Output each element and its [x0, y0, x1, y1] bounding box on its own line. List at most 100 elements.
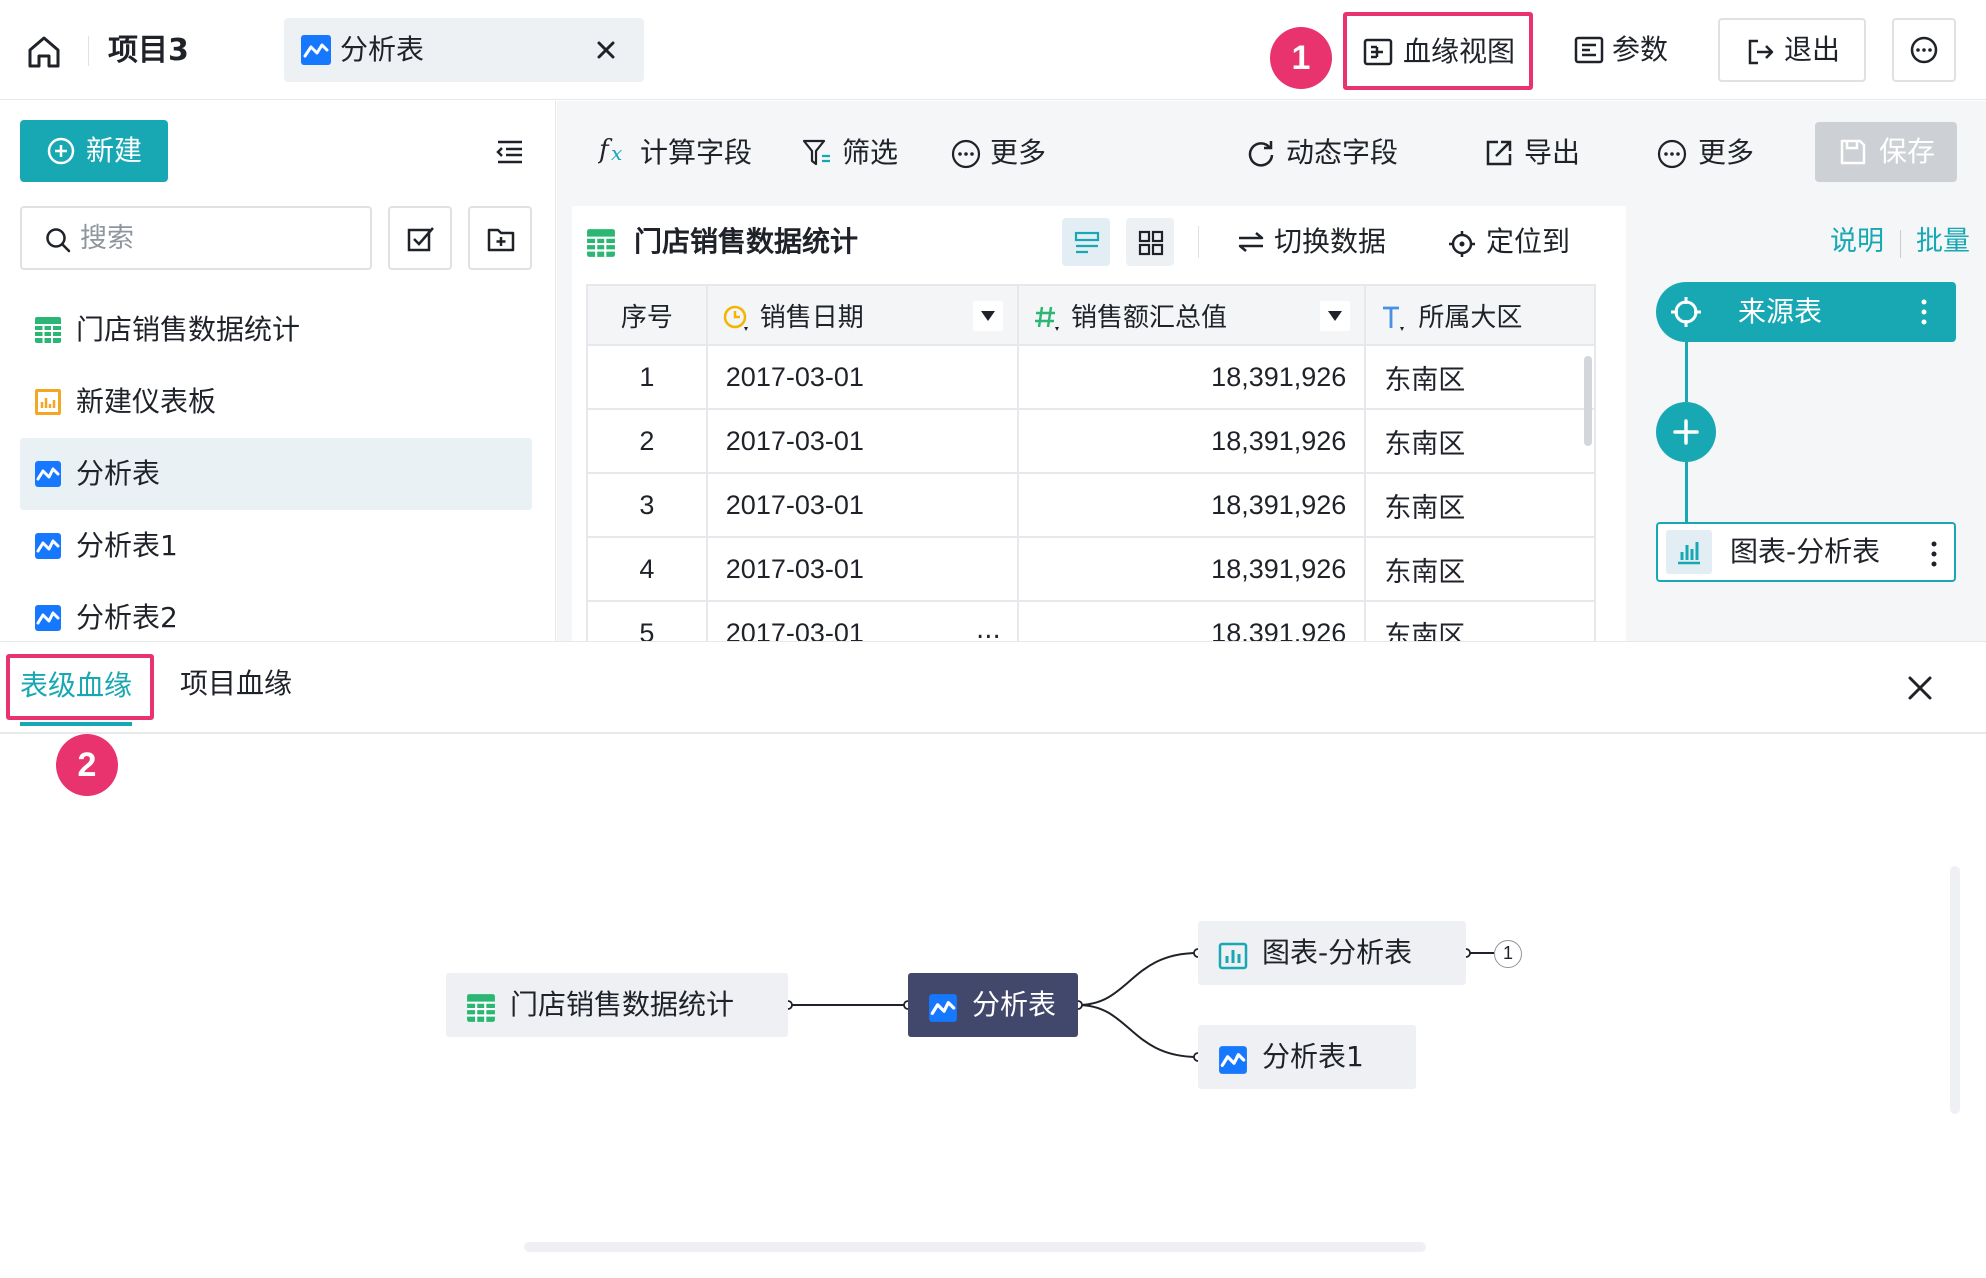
- document-tab[interactable]: 分析表: [284, 18, 644, 82]
- table-cell: 18,391,926: [1017, 536, 1367, 602]
- grid-layout-button[interactable]: [1126, 218, 1174, 266]
- vertical-more-icon[interactable]: [1930, 538, 1938, 570]
- lineage-node-label: 图表-分析表: [1262, 936, 1413, 969]
- lineage-node-label: 分析表1: [1262, 1040, 1364, 1073]
- table-cell: 18,391,926: [1017, 344, 1367, 410]
- table-cell: 2017-03-01: [705, 536, 1020, 602]
- new-folder-icon: [486, 224, 516, 254]
- lineage-node-label: 分析表: [972, 988, 1057, 1021]
- save-label: 保存: [1879, 135, 1936, 168]
- calc-field-label: 计算字段: [640, 136, 753, 169]
- text-field-icon: [1380, 303, 1410, 333]
- lineage-node-chart[interactable]: 图表-分析表: [1198, 921, 1466, 985]
- lineage-node-label: 门店销售数据统计: [510, 988, 735, 1021]
- chevron-down-icon[interactable]: [1320, 301, 1351, 331]
- exit-button[interactable]: 退出: [1718, 18, 1866, 82]
- lineage-panel: [0, 641, 1986, 1278]
- explain-link[interactable]: 说明: [1830, 222, 1884, 262]
- dataset-table-icon: [466, 993, 496, 1023]
- batch-link[interactable]: 批量: [1916, 222, 1970, 262]
- table-row[interactable]: 4 2017-03-01 18,391,926 东南区: [586, 536, 1596, 602]
- column-header-index[interactable]: 序号: [586, 284, 708, 346]
- table-cell: 东南区: [1364, 344, 1596, 410]
- sidebar-item-analysis2[interactable]: 分析表2: [20, 582, 532, 640]
- project-name[interactable]: 项目3: [108, 28, 189, 74]
- close-icon[interactable]: [1900, 668, 1940, 708]
- new-button[interactable]: 新建: [20, 120, 168, 182]
- column-header-sales[interactable]: 销售额汇总值: [1017, 284, 1367, 346]
- new-folder-button[interactable]: [468, 206, 532, 270]
- toolbar-divider: [1198, 226, 1199, 258]
- params-icon: [1574, 36, 1604, 64]
- chart-analysis-node[interactable]: 图表-分析表: [1656, 522, 1956, 582]
- sidebar-item-analysis[interactable]: 分析表: [20, 438, 532, 510]
- table-cell: 2017-03-01: [705, 344, 1020, 410]
- lineage-node-source[interactable]: 门店销售数据统计: [446, 973, 788, 1037]
- table-cell: 3: [586, 472, 708, 538]
- more-options-button[interactable]: [1892, 18, 1956, 82]
- downstream-count-badge[interactable]: 1: [1494, 940, 1522, 968]
- table-cell: 2: [586, 408, 708, 474]
- analysis-table-icon: [34, 604, 62, 632]
- resize-handle[interactable]: ...: [976, 617, 1001, 643]
- save-button[interactable]: 保存: [1815, 122, 1957, 182]
- table-scrollbar[interactable]: [1584, 356, 1592, 446]
- sidebar-item-dashboard[interactable]: 新建仪表板: [20, 366, 532, 438]
- sidebar-item-analysis1[interactable]: 分析表1: [20, 510, 532, 582]
- table-cell: 东南区: [1364, 536, 1596, 602]
- collapse-sidebar-icon[interactable]: [490, 132, 530, 172]
- target-icon: [1670, 296, 1702, 328]
- sidebar-item-label: 分析表2: [76, 601, 178, 634]
- table-row[interactable]: 1 2017-03-01 18,391,926 东南区: [586, 344, 1596, 410]
- dashboard-icon: [34, 388, 62, 416]
- target-icon: [1448, 230, 1476, 258]
- add-step-button[interactable]: [1656, 402, 1716, 462]
- lineage-vertical-scrollbar[interactable]: [1950, 866, 1960, 1114]
- column-header-date[interactable]: 销售日期: [705, 284, 1020, 346]
- home-icon[interactable]: [22, 30, 66, 74]
- analysis-table-icon: [34, 532, 62, 560]
- search-input[interactable]: [80, 218, 360, 258]
- grid-layout-icon: [1138, 230, 1164, 256]
- tab-project-lineage[interactable]: 项目血缘: [180, 664, 292, 704]
- bar-chart-icon: [1218, 941, 1248, 971]
- batch-select-button[interactable]: [388, 206, 452, 270]
- analysis-table-icon: [300, 34, 332, 66]
- column-header-region[interactable]: 所属大区: [1364, 284, 1596, 346]
- dataset-table-icon: [586, 228, 616, 258]
- chart-analysis-label: 图表-分析表: [1730, 535, 1881, 568]
- filter-label: 筛选: [842, 136, 899, 169]
- lineage-node-current[interactable]: 分析表: [908, 973, 1078, 1037]
- export-label: 导出: [1524, 136, 1581, 169]
- more-left-label: 更多: [990, 136, 1047, 169]
- tab-table-lineage[interactable]: 表级血缘: [6, 654, 154, 720]
- sidebar-item-store-sales[interactable]: 门店销售数据统计: [20, 294, 532, 366]
- table-cell: 18,391,926: [1017, 408, 1367, 474]
- list-layout-button[interactable]: [1062, 218, 1110, 266]
- flow-connector: [1685, 342, 1688, 402]
- document-tab-label: 分析表: [340, 33, 425, 66]
- vertical-more-icon[interactable]: [1920, 296, 1928, 328]
- sidebar-item-label: 分析表1: [76, 529, 178, 562]
- lineage-view-button[interactable]: 血缘视图: [1343, 12, 1533, 90]
- analysis-table-icon: [1218, 1045, 1248, 1075]
- params-label: 参数: [1612, 33, 1669, 66]
- formula-icon: fx: [598, 132, 632, 166]
- lineage-horizontal-scrollbar[interactable]: [524, 1242, 1426, 1252]
- sidebar-item-label: 分析表: [76, 457, 161, 490]
- search-box[interactable]: [20, 206, 372, 270]
- top-divider: [88, 36, 89, 66]
- chevron-down-icon[interactable]: [973, 301, 1004, 331]
- number-field-icon: [1033, 303, 1063, 333]
- lineage-node-analysis1[interactable]: 分析表1: [1198, 1025, 1416, 1089]
- tabs-divider: [0, 732, 1986, 734]
- close-icon[interactable]: [590, 34, 622, 66]
- exit-icon: [1746, 38, 1776, 66]
- refresh-icon: [1246, 138, 1276, 168]
- table-row[interactable]: 3 2017-03-01 18,391,926 东南区: [586, 472, 1596, 538]
- column-header-label: 所属大区: [1418, 302, 1523, 333]
- filter-icon: [802, 138, 834, 168]
- table-row[interactable]: 2 2017-03-01 18,391,926 东南区: [586, 408, 1596, 474]
- source-table-node[interactable]: 来源表: [1656, 282, 1956, 342]
- sidebar-item-label: 门店销售数据统计: [76, 313, 301, 346]
